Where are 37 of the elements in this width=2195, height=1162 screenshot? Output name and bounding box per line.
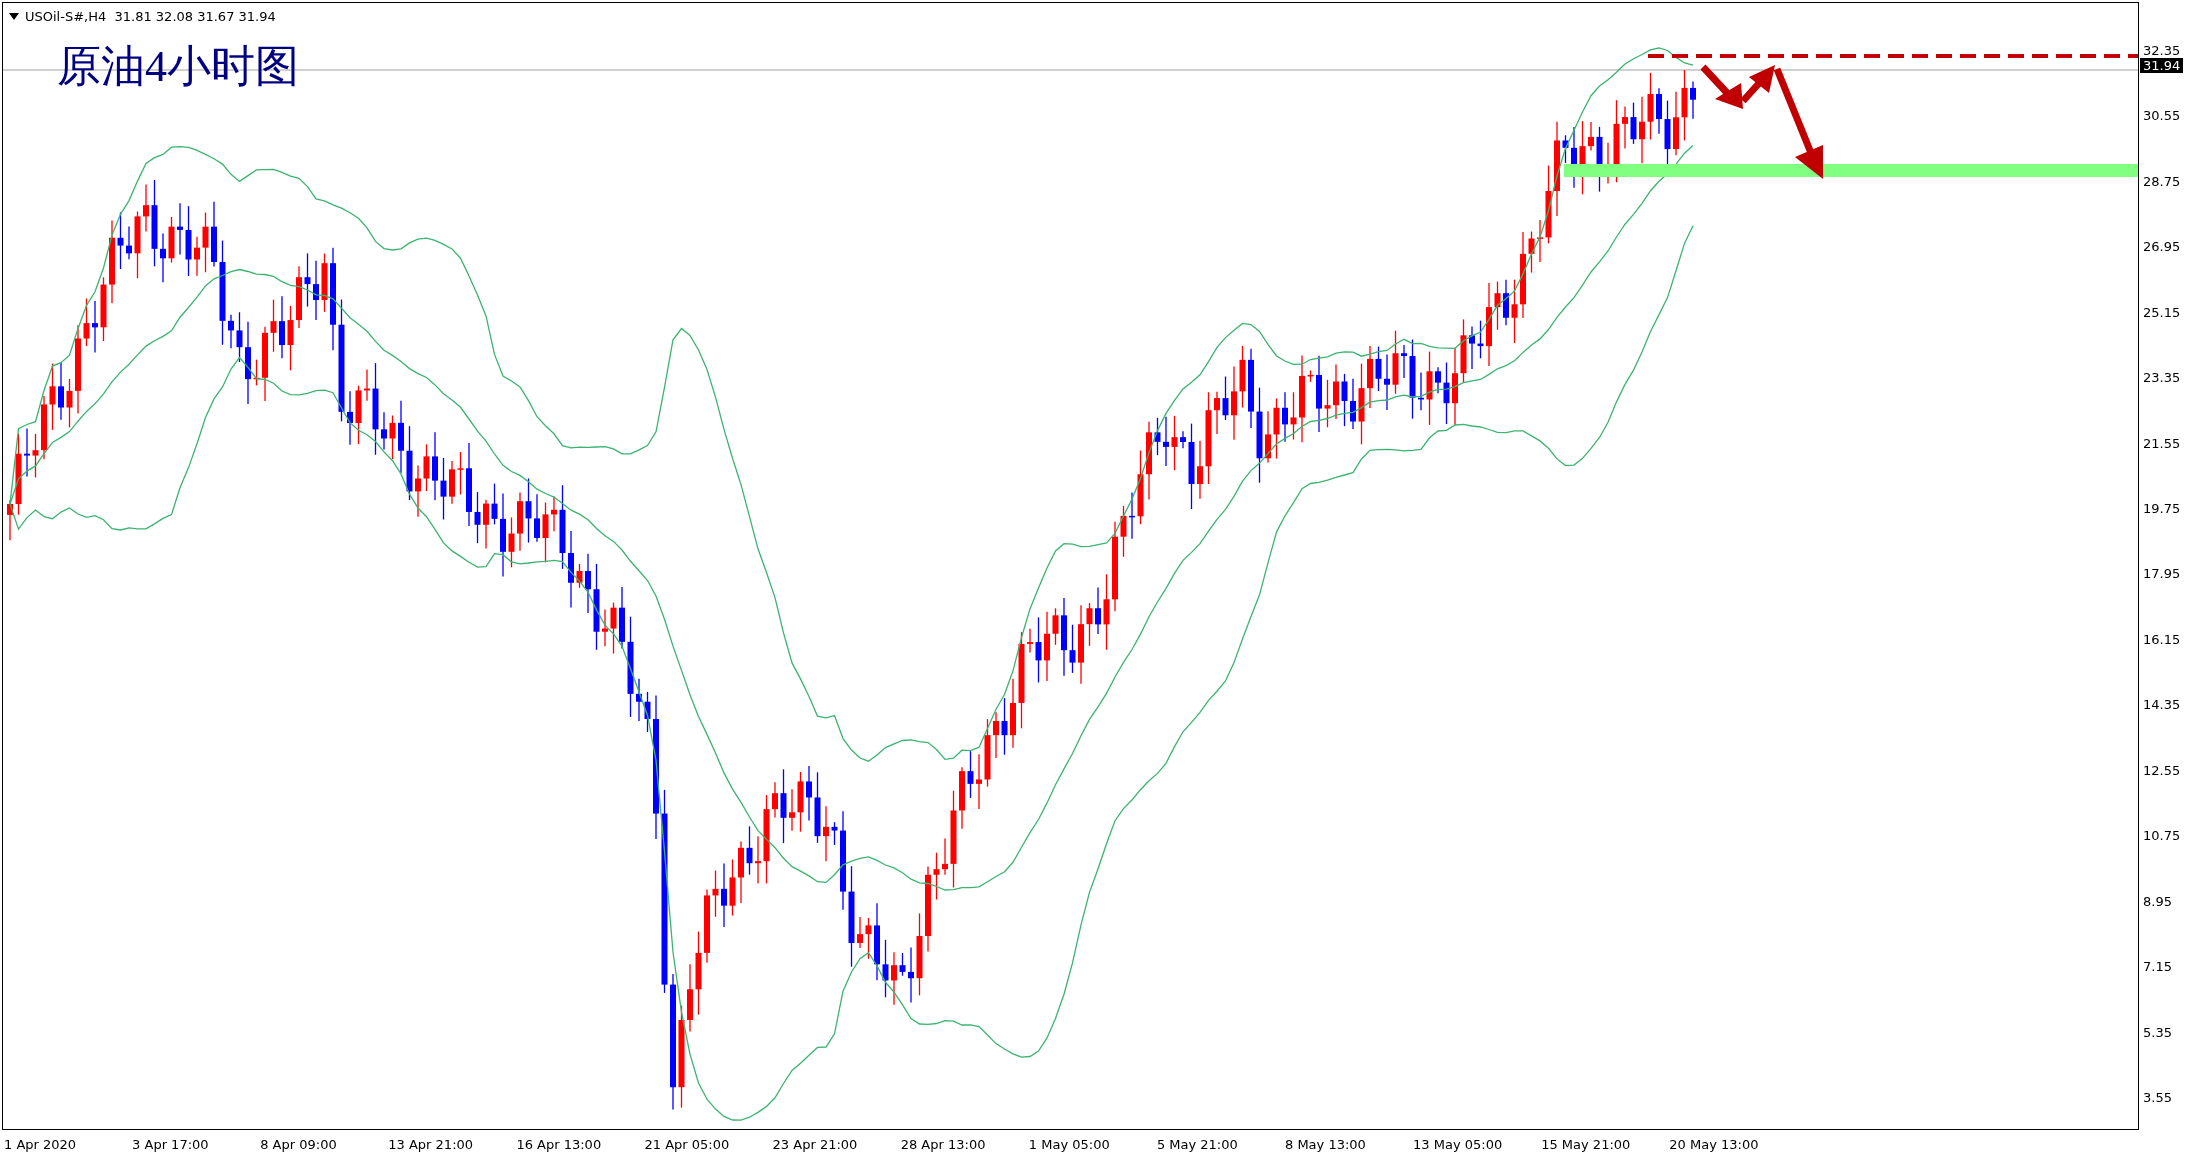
price-tick-label: 12.55: [2143, 762, 2181, 778]
price-tick-label: 23.35: [2143, 370, 2181, 386]
time-axis-label: 20 May 13:00: [1669, 1137, 1759, 1152]
time-axis-label: 8 May 13:00: [1285, 1137, 1366, 1152]
time-axis-label: 28 Apr 13:00: [900, 1137, 986, 1152]
current-price-label: 31.94: [2140, 57, 2184, 73]
price-tick-label: 3.55: [2143, 1090, 2172, 1105]
time-axis-label: 23 Apr 21:00: [772, 1137, 858, 1152]
time-axis-label: 15 May 21:00: [1541, 1137, 1631, 1152]
price-tick-label: 10.75: [2143, 828, 2181, 844]
down-arrow: [1700, 64, 1743, 109]
time-axis-label: 16 Apr 13:00: [516, 1137, 602, 1152]
time-axis-label: 1 Apr 2020: [4, 1137, 77, 1152]
price-tick-label: 28.75: [2143, 173, 2181, 189]
price-tick-label: 32.35: [2143, 43, 2181, 58]
price-tick-label: 7.15: [2143, 959, 2172, 975]
time-axis-label: 13 May 05:00: [1413, 1137, 1503, 1152]
price-tick-label: 30.55: [2143, 108, 2181, 124]
time-axis-label: 5 May 21:00: [1156, 1137, 1238, 1152]
price-tick-label: 8.95: [2143, 893, 2172, 909]
time-axis-label: 21 Apr 05:00: [644, 1137, 730, 1152]
time-axis-label: 13 Apr 21:00: [388, 1137, 474, 1152]
price-tick-label: 26.95: [2143, 239, 2181, 255]
price-tick-label: 21.55: [2143, 435, 2181, 451]
price-tick-label: 25.15: [2143, 304, 2181, 320]
price-tick-label: 16.15: [2143, 631, 2181, 647]
price-tick-label: 5.35: [2143, 1024, 2172, 1040]
time-axis-label: 8 Apr 09:00: [260, 1137, 337, 1152]
price-tick-label: 19.75: [2143, 501, 2181, 517]
price-tick-label: 14.35: [2143, 697, 2181, 713]
time-axis-label: 3 Apr 17:00: [132, 1137, 209, 1152]
up-arrow: [1740, 65, 1775, 104]
dropdown-triangle-icon[interactable]: [9, 13, 19, 20]
symbol-info: USOil-S#,H4 31.81 32.08 31.67 31.94: [25, 9, 276, 24]
chart-title: 原油4小时图: [57, 41, 299, 93]
price-tick-label: 17.95: [2143, 566, 2181, 582]
time-axis-label: 1 May 05:00: [1028, 1137, 1110, 1152]
